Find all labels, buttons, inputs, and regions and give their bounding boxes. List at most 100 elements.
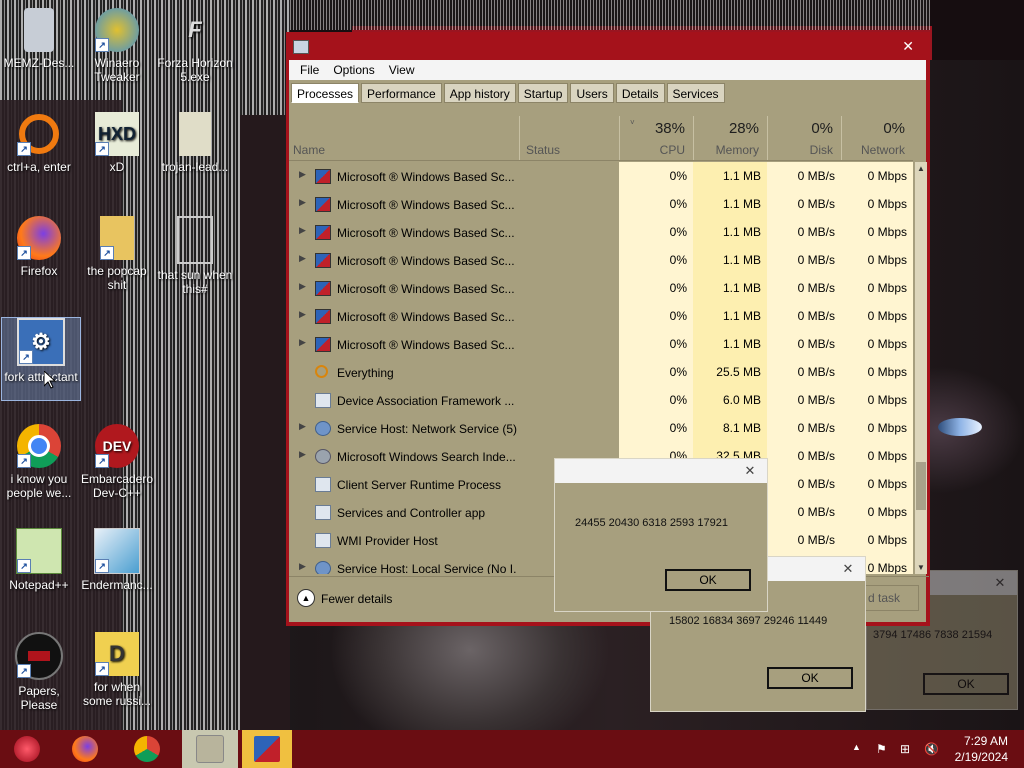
- desktop-icon-enderman[interactable]: ↗ Endermanc...: [78, 528, 156, 592]
- table-row[interactable]: ▶ Service Host: Network Service (5) 0% 8.1 …: [289, 414, 913, 442]
- app-cube-icon: [254, 736, 280, 762]
- desktop-icon-papers-please[interactable]: ↗ Papers, Please: [0, 632, 78, 712]
- desktop-icon-notepadpp[interactable]: ↗ Notepad++: [0, 528, 78, 592]
- table-row[interactable]: Device Association Framework ... 0% 6.0 MB…: [289, 386, 913, 414]
- folder-icon: [196, 735, 224, 763]
- desktop-icon-chrome[interactable]: ↗ i know you people we...: [0, 424, 78, 500]
- chevron-up-icon[interactable]: ▲: [297, 589, 315, 607]
- message-dialog-1[interactable]: ✕ 24455 20430 6318 2593 17921 OK: [554, 458, 768, 612]
- process-name: Service Host: Network Service (5): [337, 422, 517, 436]
- column-status[interactable]: Status: [526, 143, 560, 157]
- desktop-icon-that-sun[interactable]: that sun when this#: [156, 216, 234, 296]
- tab-users[interactable]: Users: [570, 83, 614, 103]
- menu-view[interactable]: View: [382, 60, 422, 80]
- table-row[interactable]: ▶ Microsoft ® Windows Based Sc... 0% 1.1 MB…: [289, 162, 913, 190]
- expand-chevron-icon[interactable]: ▶: [299, 253, 306, 264]
- file-icon: [179, 112, 211, 156]
- tab-performance[interactable]: Performance: [361, 83, 442, 103]
- desktop-icon-winaero[interactable]: ↗ Winaero Tweaker: [78, 8, 156, 84]
- scrollbar-thumb[interactable]: [916, 462, 926, 510]
- start-button[interactable]: [2, 730, 52, 768]
- close-icon[interactable]: ✕: [835, 560, 861, 577]
- vertical-scrollbar[interactable]: ▲ ▼: [915, 162, 927, 574]
- table-row[interactable]: ▶ Microsoft ® Windows Based Sc... 0% 1.1 MB…: [289, 330, 913, 358]
- mouse-cursor-icon: [44, 371, 56, 389]
- expand-chevron-icon[interactable]: ▶: [299, 281, 306, 292]
- tab-startup[interactable]: Startup: [517, 83, 569, 103]
- disk-value: 0 MB/s: [767, 274, 841, 302]
- column-cpu[interactable]: ˅ 38% CPU: [619, 116, 693, 160]
- column-name[interactable]: Name: [293, 143, 325, 157]
- expand-chevron-icon[interactable]: ▶: [299, 421, 306, 432]
- scroll-up-icon[interactable]: ▲: [917, 164, 925, 173]
- desktop-icon-popcap[interactable]: ↗ the popcap shit: [78, 216, 156, 292]
- column-memory[interactable]: 28% Memory: [693, 116, 767, 160]
- column-disk[interactable]: 0% Disk: [767, 116, 841, 160]
- close-icon[interactable]: ✕: [902, 38, 914, 55]
- ok-button[interactable]: OK: [767, 667, 853, 689]
- app-icon: [315, 197, 331, 212]
- column-network[interactable]: 0% Network: [841, 116, 913, 160]
- disk-value: 0 MB/s: [767, 386, 841, 414]
- expand-chevron-icon[interactable]: ▶: [299, 449, 306, 460]
- desktop-icon-fork-attractant[interactable]: ⚙ ↗ fork attractant: [1, 317, 81, 401]
- process-name: Services and Controller app: [337, 506, 486, 520]
- dialog-message: 15802 16834 3697 29246 11449: [669, 615, 828, 627]
- expand-chevron-icon[interactable]: ▶: [299, 309, 306, 320]
- network-value: 0 Mbps: [841, 162, 913, 190]
- ok-button[interactable]: OK: [665, 569, 751, 591]
- close-icon[interactable]: ✕: [987, 574, 1013, 591]
- desktop-icon-russi[interactable]: D ↗ for when some russi...: [78, 632, 156, 708]
- cpu-value: 0%: [619, 246, 693, 274]
- process-name: Microsoft ® Windows Based Sc...: [337, 310, 515, 324]
- shortcut-arrow-icon: ↗: [95, 559, 109, 573]
- expand-chevron-icon[interactable]: ▶: [299, 561, 306, 572]
- menu-options[interactable]: Options: [326, 60, 381, 80]
- shortcut-arrow-icon: ↗: [95, 142, 109, 156]
- desktop-icon-devcpp[interactable]: DEV ↗ Embarcadero Dev-C++: [78, 424, 156, 500]
- volume-muted-icon[interactable]: 🔇: [924, 742, 939, 756]
- desktop-icon-ctrl-a[interactable]: ↗ ctrl+a, enter: [0, 112, 78, 174]
- desktop-icon-xd[interactable]: HXD ↗ xD: [78, 112, 156, 174]
- tab-details[interactable]: Details: [615, 83, 665, 103]
- desktop-icon-memz[interactable]: MEMZ-Des...: [0, 8, 78, 70]
- close-icon[interactable]: ✕: [737, 462, 763, 479]
- expand-chevron-icon[interactable]: ▶: [299, 225, 306, 236]
- desktop-icon-trojan[interactable]: trojan-lead...: [156, 112, 234, 174]
- table-row[interactable]: ▶ Microsoft ® Windows Based Sc... 0% 1.1 MB…: [289, 246, 913, 274]
- taskbar-chrome[interactable]: [122, 730, 172, 768]
- tab-services[interactable]: Services: [666, 83, 725, 103]
- expand-chevron-icon[interactable]: ▶: [299, 197, 306, 208]
- scroll-down-icon[interactable]: ▼: [917, 563, 925, 572]
- process-name: Everything: [337, 366, 394, 380]
- expand-chevron-icon[interactable]: ▶: [299, 337, 306, 348]
- window-icon: [315, 505, 331, 520]
- fewer-details-link[interactable]: Fewer details: [321, 592, 392, 606]
- dialog-titlebar[interactable]: [555, 459, 767, 483]
- cpu-value: 0%: [619, 414, 693, 442]
- memory-value: 1.1 MB: [693, 190, 767, 218]
- ok-button[interactable]: OK: [923, 673, 1009, 695]
- table-row[interactable]: ▶ Microsoft ® Windows Based Sc... 0% 1.1 MB…: [289, 274, 913, 302]
- expand-chevron-icon[interactable]: ▶: [299, 169, 306, 180]
- window-titlebar[interactable]: ✕: [289, 36, 926, 60]
- table-row[interactable]: Everything 0% 25.5 MB 0 MB/s 0 Mbps: [289, 358, 913, 386]
- menu-file[interactable]: File: [293, 60, 326, 80]
- table-row[interactable]: ▶ Microsoft ® Windows Based Sc... 0% 1.1 MB…: [289, 218, 913, 246]
- network-value: 0 Mbps: [841, 302, 913, 330]
- desktop-icon-firefox[interactable]: ↗ Firefox: [0, 216, 78, 278]
- flag-icon[interactable]: ⚑: [876, 742, 887, 756]
- taskbar-task-manager[interactable]: [242, 730, 292, 768]
- process-name: Microsoft ® Windows Based Sc...: [337, 198, 515, 212]
- desktop-icon-forza[interactable]: F Forza Horizon 5.exe: [156, 8, 234, 85]
- system-clock[interactable]: 7:29 AM 2/19/2024: [955, 733, 1008, 765]
- taskbar-explorer[interactable]: [182, 730, 238, 768]
- chevron-up-icon[interactable]: ▲: [852, 742, 861, 752]
- table-row[interactable]: ▶ Microsoft ® Windows Based Sc... 0% 1.1 MB…: [289, 190, 913, 218]
- network-icon[interactable]: ⊞: [900, 742, 910, 756]
- app-icon: [315, 225, 331, 240]
- tab-app-history[interactable]: App history: [443, 83, 516, 103]
- table-row[interactable]: ▶ Microsoft ® Windows Based Sc... 0% 1.1 MB…: [289, 302, 913, 330]
- tab-processes[interactable]: Processes: [291, 83, 360, 103]
- taskbar-firefox[interactable]: [60, 730, 110, 768]
